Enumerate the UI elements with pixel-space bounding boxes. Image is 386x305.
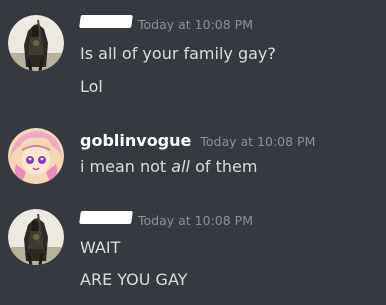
username[interactable]: goblinvogue	[80, 131, 191, 150]
message-text-italic: all	[171, 157, 190, 176]
chat-log: Today at 10:08 PM Is all of your family …	[0, 0, 386, 305]
message-header: Today at 10:08 PM	[79, 15, 253, 38]
avatar[interactable]	[8, 15, 64, 71]
redacted-username	[79, 211, 133, 224]
message-text-part: i mean not	[80, 157, 172, 176]
message-header: goblinvogue Today at 10:08 PM	[80, 131, 315, 153]
message-text-part: of them	[189, 157, 258, 176]
armored-figure-avatar-icon	[8, 15, 64, 71]
message-text: i mean not all of them	[80, 157, 257, 177]
avatar[interactable]	[8, 209, 64, 265]
message-header: Today at 10:08 PM	[79, 211, 253, 234]
anime-character-avatar-icon	[8, 128, 64, 184]
timestamp: Today at 10:08 PM	[138, 213, 253, 228]
message-text: Is all of your family gay?	[80, 44, 276, 63]
avatar[interactable]	[8, 128, 64, 184]
message-text: ARE YOU GAY	[80, 270, 188, 289]
message-text: WAIT	[80, 238, 121, 257]
timestamp: Today at 10:08 PM	[200, 134, 316, 149]
message-text: Lol	[80, 77, 103, 96]
redacted-username	[79, 15, 133, 28]
timestamp: Today at 10:08 PM	[138, 17, 253, 32]
armored-figure-avatar-icon	[8, 209, 64, 265]
